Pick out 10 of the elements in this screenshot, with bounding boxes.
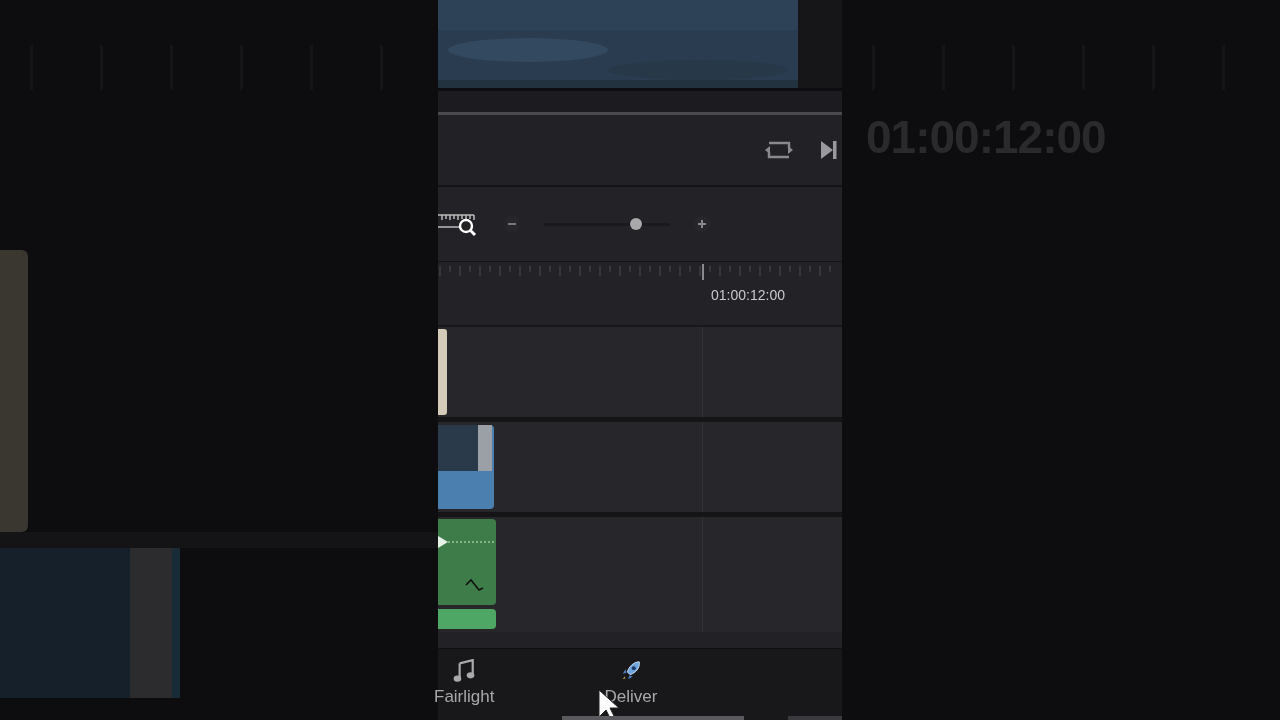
plus-icon [697, 219, 707, 229]
music-note-icon [453, 659, 476, 683]
page-tab[interactable]: Fairlight [434, 659, 495, 720]
audio-clip [438, 609, 496, 629]
zoom-out-button[interactable] [504, 216, 520, 232]
timecode: 01:00:12:00 [711, 287, 785, 303]
loop-icon[interactable] [764, 139, 794, 161]
zoom-in-button[interactable] [694, 216, 710, 232]
slider-thumb[interactable] [629, 218, 642, 230]
skip-end-icon[interactable] [820, 140, 838, 160]
